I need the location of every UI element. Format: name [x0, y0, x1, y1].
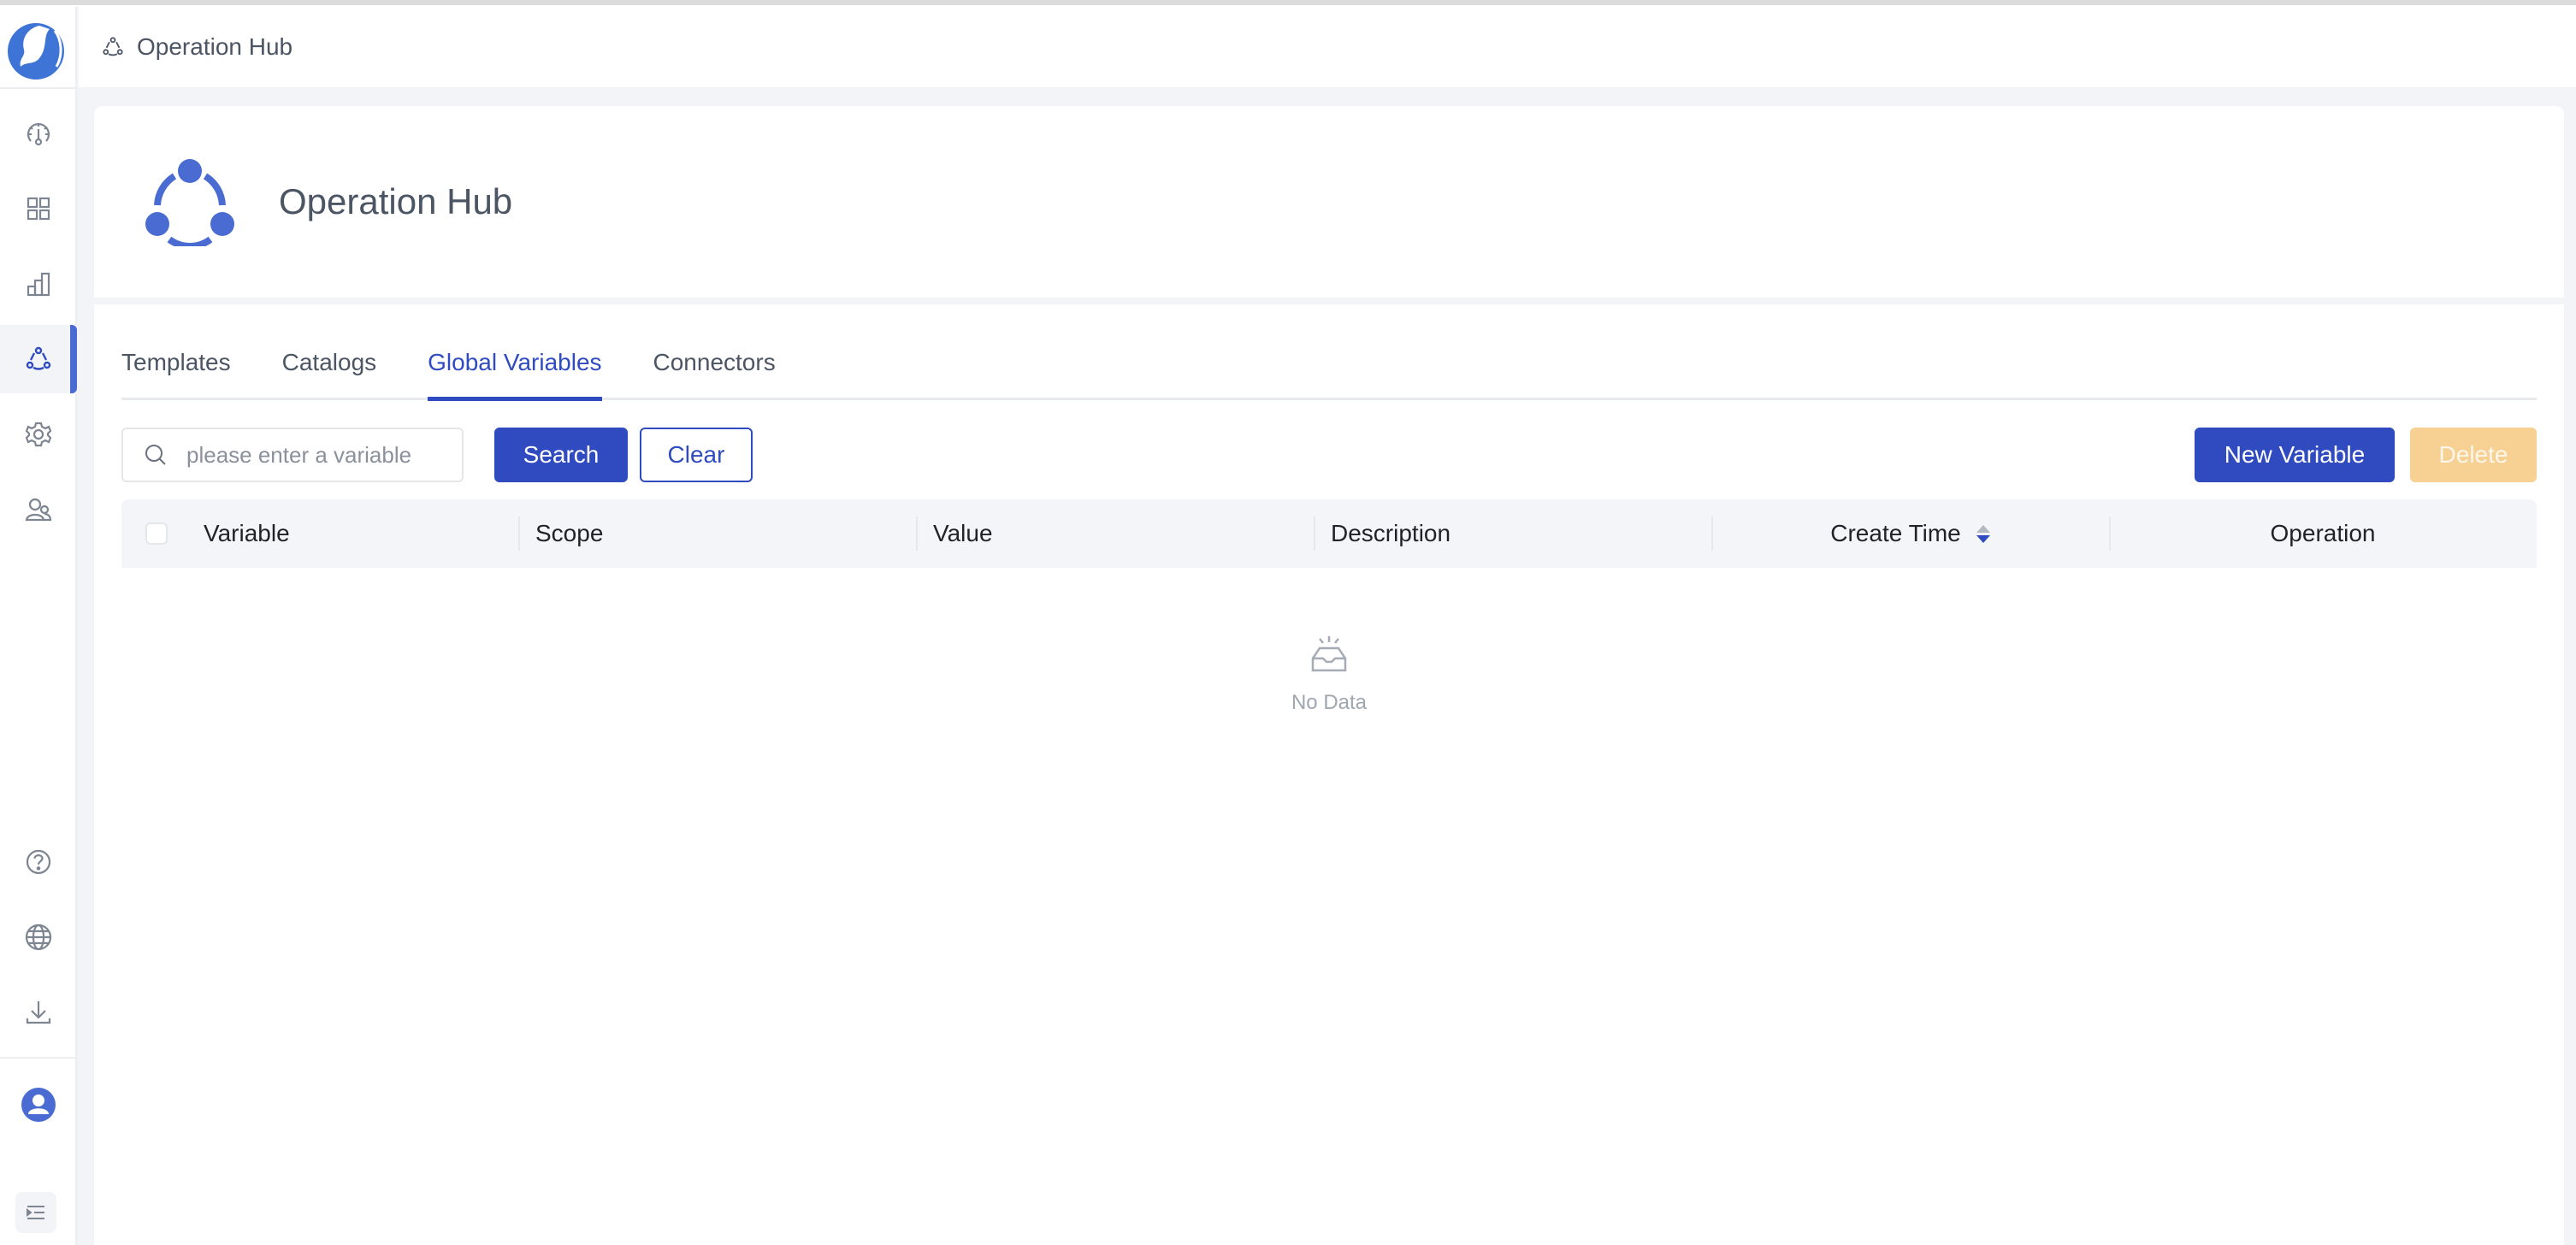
collapse-menu-icon — [27, 1206, 44, 1219]
select-all-checkbox[interactable] — [145, 522, 168, 545]
tab-global-variables[interactable]: Global Variables — [428, 344, 602, 401]
help-icon — [26, 849, 51, 875]
column-header-value: Value — [916, 516, 1314, 551]
tab-connectors[interactable]: Connectors — [653, 344, 776, 398]
grid-icon — [27, 197, 50, 221]
page-title: Operation Hub — [279, 181, 513, 221]
tab-catalogs[interactable]: Catalogs — [282, 344, 377, 398]
sort-ascending-icon — [1976, 524, 1990, 533]
column-header-create-time[interactable]: Create Time — [1711, 516, 2109, 551]
column-header-variable: Variable — [204, 520, 290, 546]
column-header-description: Description — [1314, 516, 1711, 551]
bar-chart-icon — [27, 272, 50, 297]
column-header-create-time-label: Create Time — [1830, 520, 1961, 546]
sidebar-item-help[interactable] — [0, 828, 77, 896]
window-top-border — [0, 0, 2576, 7]
delete-button[interactable]: Delete — [2410, 428, 2537, 482]
sidebar-item-operation-hub[interactable] — [0, 325, 77, 393]
topbar: Operation Hub — [79, 7, 2576, 87]
content-panel: Templates Catalogs Global Variables Conn… — [94, 304, 2564, 1245]
sidebar-divider — [0, 87, 77, 89]
users-icon — [25, 498, 52, 522]
page-header: Operation Hub — [94, 106, 2564, 298]
search-button[interactable]: Search — [494, 428, 628, 482]
sidebar-item-language[interactable] — [0, 903, 77, 971]
search-input[interactable] — [186, 441, 443, 469]
user-avatar-button[interactable] — [0, 1071, 77, 1139]
empty-state-text: No Data — [1291, 691, 1368, 714]
column-header-scope: Scope — [518, 516, 916, 551]
sidebar-divider — [0, 1057, 77, 1059]
sidebar-item-dashboard[interactable] — [0, 99, 77, 168]
sidebar-item-settings[interactable] — [0, 400, 77, 469]
breadcrumb-hub-icon — [103, 37, 123, 56]
empty-state: No Data — [121, 633, 2537, 715]
clear-button[interactable]: Clear — [640, 428, 753, 482]
sidebar-item-applications[interactable] — [0, 174, 77, 243]
app-logo[interactable] — [5, 17, 67, 82]
sidebar-item-metrics[interactable] — [0, 250, 77, 318]
tab-templates[interactable]: Templates — [121, 344, 231, 398]
user-avatar-icon — [21, 1088, 56, 1122]
breadcrumb: Operation Hub — [137, 33, 293, 60]
sidebar-item-users[interactable] — [0, 475, 77, 544]
column-header-operation: Operation — [2109, 516, 2537, 551]
operation-hub-icon — [145, 159, 234, 246]
sort-icon[interactable] — [1976, 524, 1990, 543]
tab-bar: Templates Catalogs Global Variables Conn… — [121, 344, 2537, 401]
logo-icon — [8, 23, 64, 80]
sidebar-item-download[interactable] — [0, 978, 77, 1047]
hub-icon — [26, 346, 51, 370]
new-variable-button[interactable]: New Variable — [2195, 428, 2395, 482]
download-icon — [26, 1001, 51, 1024]
collapse-sidebar-button[interactable] — [15, 1192, 56, 1233]
table-header: Variable Scope Value Description Create … — [121, 499, 2537, 568]
toolbar: Search Clear New Variable Delete — [121, 428, 2537, 482]
search-icon — [145, 445, 166, 465]
globe-icon — [25, 923, 52, 951]
sort-descending-icon — [1976, 534, 1990, 543]
gauge-icon — [27, 122, 50, 146]
sidebar — [0, 7, 77, 1245]
empty-inbox-icon — [1311, 636, 1347, 672]
search-field[interactable] — [121, 428, 464, 482]
gear-icon — [25, 422, 52, 447]
